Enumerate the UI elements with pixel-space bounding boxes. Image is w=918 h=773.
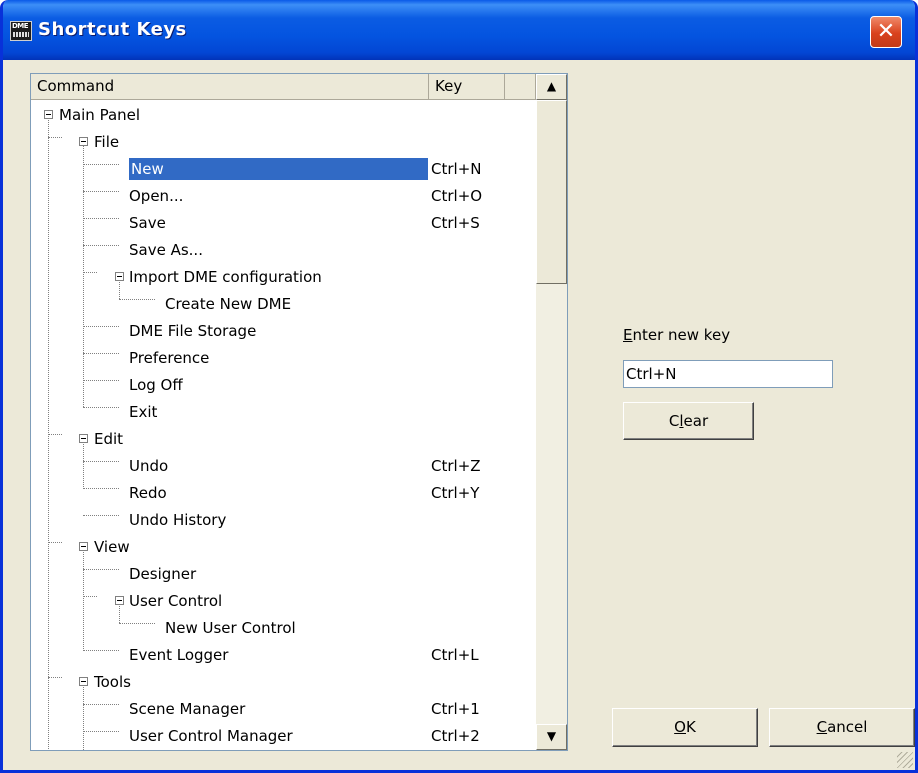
tree-row[interactable]: File	[31, 128, 536, 155]
row-command: Create New DME	[165, 295, 292, 313]
row-key: Ctrl+1	[431, 700, 480, 718]
vertical-scrollbar[interactable]: ▲ ▼	[536, 74, 567, 750]
row-command: New User Control	[165, 619, 296, 637]
column-header-command[interactable]: Command	[31, 74, 429, 100]
tree-row[interactable]: Open... Ctrl+O	[31, 182, 536, 209]
tree-row[interactable]: Exit	[31, 398, 536, 425]
app-icon-bar	[13, 32, 29, 37]
tree-row[interactable]: DME File Storage	[31, 317, 536, 344]
shortcut-keys-dialog: DME Shortcut Keys ✕ Command Key Main Pan…	[0, 0, 918, 773]
row-key: Ctrl+L	[431, 646, 479, 664]
title-bar[interactable]: DME Shortcut Keys ✕	[3, 0, 915, 60]
tree-row[interactable]: Tools	[31, 668, 536, 695]
row-command: Redo	[129, 484, 167, 502]
clear-label-post: ear	[683, 412, 709, 430]
tree-row[interactable]: Preference	[31, 344, 536, 371]
tree-row[interactable]: Import DME configuration	[31, 263, 536, 290]
row-command: User Control Manager	[129, 727, 293, 745]
scroll-down-icon[interactable]: ▼	[536, 724, 567, 750]
tree-row[interactable]: Event Logger Ctrl+L	[31, 641, 536, 668]
row-key: Ctrl+Y	[431, 484, 480, 502]
row-command: New	[129, 158, 428, 180]
tree-row[interactable]: Log Off	[31, 371, 536, 398]
tree-row[interactable]: New User Control	[31, 614, 536, 641]
row-command: Edit	[94, 430, 124, 448]
row-command: File	[94, 133, 120, 151]
enter-new-key-label: Enter new key	[623, 326, 730, 344]
tree-row[interactable]: Edit	[31, 425, 536, 452]
row-key: Ctrl+O	[431, 187, 483, 205]
scroll-up-icon[interactable]: ▲	[536, 74, 567, 100]
scroll-thumb[interactable]	[536, 100, 567, 284]
tree-row[interactable]: View	[31, 533, 536, 560]
tree-row[interactable]: Redo Ctrl+Y	[31, 479, 536, 506]
label-rest: nter new key	[632, 326, 731, 344]
tree-row[interactable]: Main Panel	[31, 101, 536, 128]
row-key: Ctrl+S	[431, 214, 480, 232]
close-icon[interactable]: ✕	[870, 16, 902, 48]
row-command: Scene Manager	[129, 700, 246, 718]
window-title: Shortcut Keys	[38, 19, 187, 40]
tree-row[interactable]: Save As...	[31, 236, 536, 263]
app-icon-label: DME	[12, 22, 29, 30]
row-command: Event Logger	[129, 646, 229, 664]
row-key: Ctrl+2	[431, 727, 480, 745]
row-command: Exit	[129, 403, 158, 421]
row-command: Preference	[129, 349, 210, 367]
row-command: Log Off	[129, 376, 183, 394]
column-header-filler	[505, 74, 536, 100]
app-icon: DME	[10, 21, 32, 41]
clear-button[interactable]: Clear	[623, 402, 754, 440]
ok-button[interactable]: OK	[612, 708, 758, 747]
row-command: Main Panel	[59, 106, 141, 124]
clear-label-pre: C	[668, 412, 680, 430]
tree-row[interactable]: Designer	[31, 560, 536, 587]
tree-row[interactable]: User Control Manager Ctrl+2	[31, 722, 536, 749]
row-command: Designer	[129, 565, 197, 583]
row-command: User Control	[129, 592, 223, 610]
cancel-label-mnemonic: C	[816, 718, 828, 736]
row-command: Save As...	[129, 241, 203, 259]
column-header: Command Key	[31, 74, 536, 100]
row-command: Open...	[129, 187, 184, 205]
row-command: View	[94, 538, 130, 556]
ok-label-mnemonic: O	[674, 718, 686, 736]
tree-row[interactable]: Undo Ctrl+Z	[31, 452, 536, 479]
resize-grip-icon[interactable]	[897, 752, 913, 768]
row-command: Undo History	[129, 511, 227, 529]
row-command: DME File Storage	[129, 322, 257, 340]
tree-row-selected[interactable]: New Ctrl+N	[31, 155, 536, 182]
row-command: Import DME configuration	[129, 268, 322, 286]
tree-row[interactable]: User Control	[31, 587, 536, 614]
tree-row[interactable]: Undo History	[31, 506, 536, 533]
cancel-button[interactable]: Cancel	[769, 708, 915, 747]
column-header-key[interactable]: Key	[429, 74, 505, 100]
tree-row[interactable]: Scene Manager Ctrl+1	[31, 695, 536, 722]
tree-row[interactable]: Create New DME	[31, 290, 536, 317]
tree-row[interactable]: Save Ctrl+S	[31, 209, 536, 236]
new-key-input[interactable]	[623, 360, 833, 388]
row-key: Ctrl+Z	[431, 457, 481, 475]
row-command: Undo	[129, 457, 169, 475]
command-tree[interactable]: Command Key Main Panel File New Ctrl+N O…	[30, 73, 568, 751]
row-command: Tools	[94, 673, 131, 691]
row-key: Ctrl+N	[431, 160, 482, 178]
ok-label-rest: K	[685, 718, 696, 736]
cancel-label-rest: ancel	[827, 718, 868, 736]
row-command: Save	[129, 214, 166, 232]
